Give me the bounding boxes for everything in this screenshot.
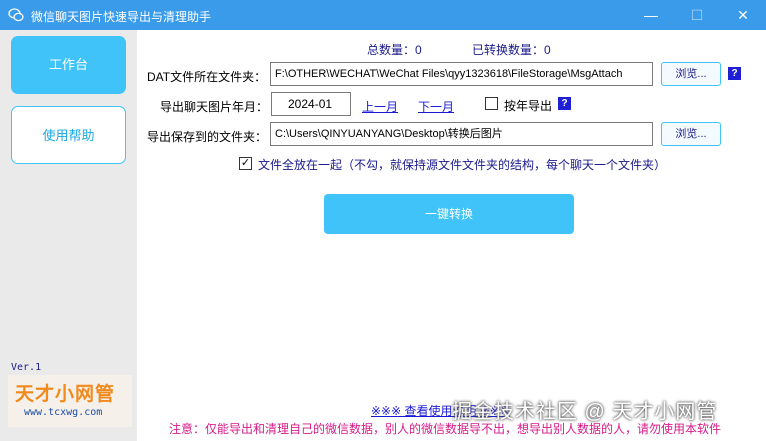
prev-month-link[interactable]: 上一月 bbox=[362, 98, 398, 115]
minimize-button[interactable]: — bbox=[628, 0, 674, 30]
total-count: 总数量：0 bbox=[367, 43, 422, 57]
sidebar: 工作台 使用帮助 Ver.1 天才小网管 www.tcxwg.com bbox=[0, 30, 137, 441]
brand-logo: 天才小网管 www.tcxwg.com bbox=[8, 375, 132, 427]
dat-folder-input[interactable]: F:\OTHER\WECHAT\WeChat Files\qyy1323618\… bbox=[270, 62, 653, 86]
maximize-button[interactable]: ☐ bbox=[674, 0, 720, 30]
title-bar: 微信聊天图片快速导出与清理助手 — ☐ ✕ bbox=[0, 0, 766, 30]
help-icon[interactable]: ? bbox=[558, 97, 571, 110]
wechat-icon bbox=[8, 8, 24, 22]
sidebar-item-workbench[interactable]: 工作台 bbox=[11, 36, 126, 94]
watermark: 掘金技术社区 @ 天才小网管 bbox=[452, 401, 718, 423]
logo-url: www.tcxwg.com bbox=[24, 407, 103, 418]
dat-folder-label: DAT文件所在文件夹： bbox=[147, 70, 267, 84]
save-folder-label: 导出保存到的文件夹： bbox=[147, 130, 268, 144]
converted-count: 已转换数量：0 bbox=[472, 43, 551, 57]
close-button[interactable]: ✕ bbox=[720, 0, 766, 30]
month-label: 导出聊天图片年月： bbox=[160, 100, 269, 114]
save-browse-button[interactable]: 浏览... bbox=[661, 122, 721, 146]
sidebar-item-help[interactable]: 使用帮助 bbox=[11, 106, 126, 164]
convert-button[interactable]: 一键转换 bbox=[324, 194, 574, 234]
by-year-label: 按年导出 bbox=[504, 99, 553, 113]
next-month-link[interactable]: 下一月 bbox=[418, 98, 454, 115]
window-title: 微信聊天图片快速导出与清理助手 bbox=[31, 10, 212, 24]
help-icon[interactable]: ? bbox=[728, 67, 741, 80]
month-input[interactable]: 2024-01 bbox=[271, 92, 351, 116]
put-together-checkbox[interactable]: ✓ bbox=[239, 157, 252, 170]
save-folder-input[interactable]: C:\Users\QINYUANYANG\Desktop\转换后图片 bbox=[270, 122, 653, 146]
by-year-checkbox[interactable] bbox=[485, 97, 498, 110]
version-label: Ver.1 bbox=[11, 362, 42, 373]
dat-browse-button[interactable]: 浏览... bbox=[661, 62, 721, 86]
put-together-label: 文件全放在一起（不勾，就保持源文件文件夹的结构，每个聊天一个文件夹） bbox=[258, 158, 667, 172]
logo-text: 天才小网管 bbox=[15, 384, 116, 405]
